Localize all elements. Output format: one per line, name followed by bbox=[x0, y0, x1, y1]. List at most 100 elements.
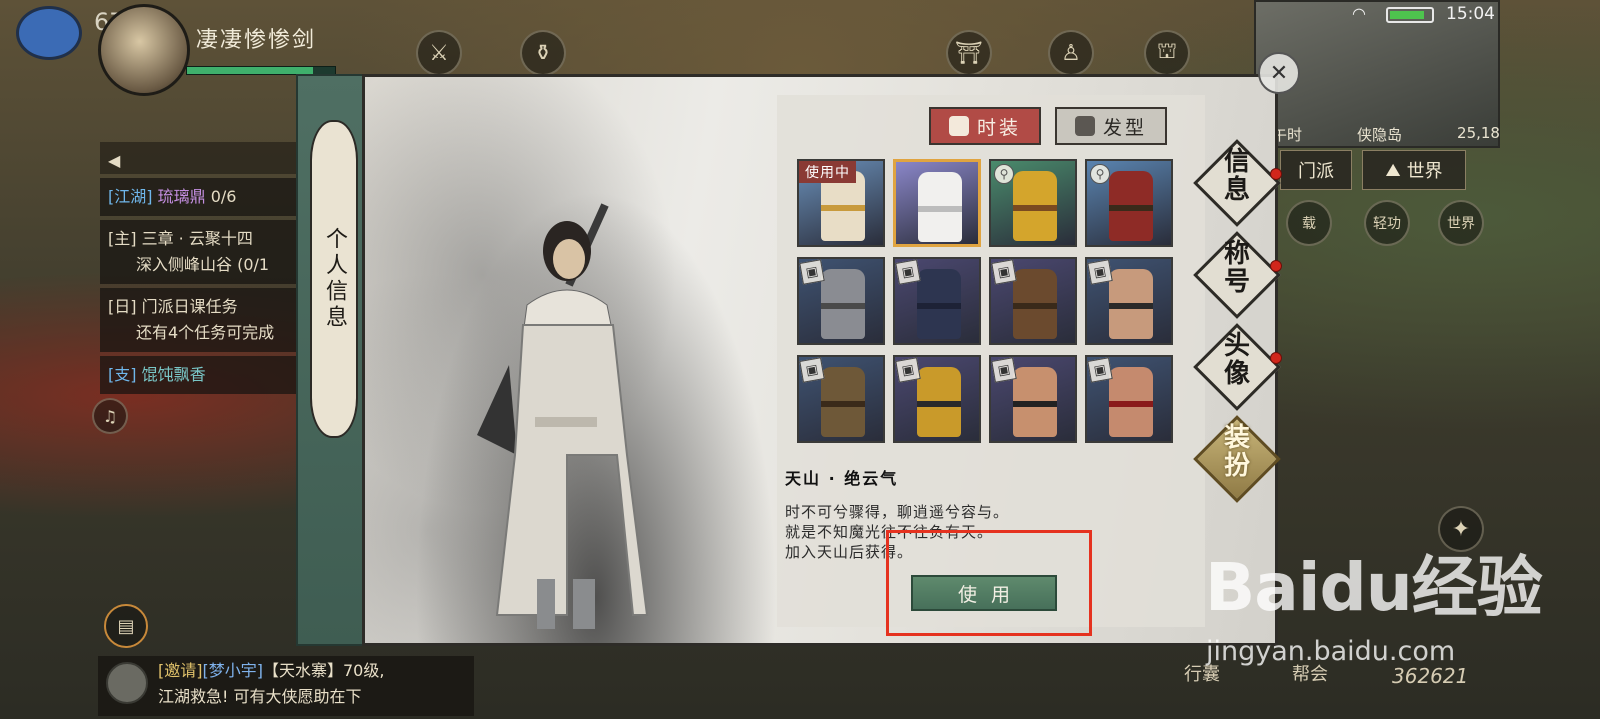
tab-hairstyle[interactable]: 发型 bbox=[1055, 107, 1167, 145]
menu-avatar[interactable]: 头像 bbox=[1212, 332, 1262, 388]
face bbox=[553, 239, 585, 279]
locked-scroll-icon: ▣ bbox=[1087, 259, 1113, 285]
outfit-slot[interactable]: ⚲ bbox=[1085, 159, 1173, 247]
quest-item[interactable]: [日] 门派日课任务 还有4个任务可完成 bbox=[100, 288, 298, 352]
quest-tracker: ◀ [江湖] 琉璃鼎 0/6 [主] 三章 · 云聚十四 深入侧峰山谷 (0/1… bbox=[100, 142, 298, 398]
quest-item[interactable]: [主] 三章 · 云聚十四 深入侧峰山谷 (0/1 bbox=[100, 220, 298, 284]
quest-progress: 0/6 bbox=[210, 187, 237, 206]
outfit-belt bbox=[1109, 303, 1153, 309]
outfit-slot[interactable]: ▣ bbox=[1085, 257, 1173, 345]
quest-name: 门派日课任务 bbox=[141, 297, 238, 316]
outfit-belt bbox=[1013, 303, 1057, 309]
quest-item[interactable]: ◀ bbox=[100, 142, 298, 174]
menu-info[interactable]: 信息 bbox=[1212, 148, 1262, 204]
locked-scroll-icon: ▣ bbox=[799, 357, 825, 383]
tab-fashion[interactable]: 时装 bbox=[929, 107, 1041, 145]
outfit-slot[interactable]: ⚲ bbox=[989, 159, 1077, 247]
locked-scroll-icon: ▣ bbox=[895, 259, 921, 285]
outfit-belt bbox=[1013, 401, 1057, 407]
person-icon[interactable]: ♙ bbox=[1048, 30, 1094, 76]
profile-side-tab: 个人信息 bbox=[296, 74, 364, 646]
quest-tag: [支] bbox=[108, 365, 137, 384]
notification-dot bbox=[1270, 260, 1282, 272]
chat-text: 江湖救急! 可有大侠愿助在下 bbox=[158, 687, 362, 706]
swords-icon[interactable]: ⚔ bbox=[416, 30, 462, 76]
menu-title[interactable]: 称号 bbox=[1212, 240, 1262, 296]
chat-box[interactable]: [邀请][梦小宇]【天水寨】70级, 江湖救急! 可有大侠愿助在下 bbox=[98, 656, 474, 716]
in-use-badge: 使用中 bbox=[799, 161, 856, 183]
baidu-watermark: Baidu经验 bbox=[1205, 549, 1543, 626]
chat-user[interactable]: [梦小宇] bbox=[203, 661, 264, 680]
locked-scroll-icon: ▣ bbox=[895, 357, 921, 383]
outfit-belt bbox=[1109, 401, 1153, 407]
profile-tab-label[interactable]: 个人信息 bbox=[310, 120, 358, 438]
locked-scroll-icon: ▣ bbox=[991, 259, 1017, 285]
bell-icon[interactable]: ♫ bbox=[92, 398, 128, 434]
outfit-slot[interactable]: ▣ bbox=[893, 257, 981, 345]
player-avatar[interactable] bbox=[98, 4, 190, 96]
hair-icon bbox=[1074, 116, 1095, 136]
battery-icon bbox=[1386, 7, 1434, 23]
outfit-belt bbox=[821, 205, 865, 211]
world-map-label: 世界 bbox=[1447, 216, 1475, 232]
tab-fashion-label: 时装 bbox=[976, 116, 1021, 139]
pet-avatar[interactable] bbox=[16, 6, 82, 60]
scroll-icon[interactable]: ▤ bbox=[104, 604, 148, 648]
outfit-slot[interactable] bbox=[893, 159, 981, 247]
character-model[interactable] bbox=[457, 195, 657, 643]
quest-item[interactable]: [江湖] 琉璃鼎 0/6 bbox=[100, 178, 298, 216]
map-location: 侠隐岛 bbox=[1357, 126, 1403, 144]
carry-icon[interactable]: 载 bbox=[1286, 200, 1332, 246]
world-map-icon[interactable]: 世界 bbox=[1438, 200, 1484, 246]
tab-hairstyle-label: 发型 bbox=[1102, 116, 1147, 139]
outfit-belt bbox=[917, 303, 961, 309]
quest-sub: 深入侧峰山谷 (0/1 bbox=[136, 255, 270, 274]
outfit-slot[interactable]: ▣ bbox=[797, 257, 885, 345]
outfit-belt bbox=[1013, 205, 1057, 211]
menu-dressup[interactable]: 装扮 bbox=[1212, 424, 1262, 480]
outfit-slot[interactable]: ▣ bbox=[893, 355, 981, 443]
quest-tag: [江湖] bbox=[108, 187, 153, 206]
sect-button[interactable]: 门派 bbox=[1280, 150, 1352, 190]
locked-scroll-icon: ▣ bbox=[1087, 357, 1113, 383]
baidu-watermark-url: jingyan.baidu.com bbox=[1206, 636, 1456, 667]
sash bbox=[535, 417, 597, 427]
chat-avatar bbox=[106, 662, 148, 704]
quest-tag: [日] bbox=[108, 297, 137, 316]
world-button[interactable]: ⛰ 世界 bbox=[1362, 150, 1466, 190]
outfit-slot[interactable]: 使用中 bbox=[797, 159, 885, 247]
wardrobe-panel: 时装 发型 使用中 ⚲ ⚲ ▣ ▣ ▣ ▣ ▣ ▣ ▣ ▣ 天山 · 绝云气 时不可兮骤得，聊逍遥兮… bbox=[362, 74, 1278, 646]
chat-text: 【天水寨】70级, bbox=[263, 661, 385, 680]
quest-item[interactable]: [支] 馄饨飘香 bbox=[100, 356, 298, 394]
profile-modal: 个人信息 时装 发型 使用中 ⚲ ⚲ ▣ ▣ ▣ ▣ ▣ ▣ ▣ ▣ 天山 · … bbox=[296, 74, 1278, 646]
carry-label: 载 bbox=[1302, 216, 1316, 232]
outfit-slot[interactable]: ▣ bbox=[989, 355, 1077, 443]
wifi-icon: ◠ bbox=[1352, 4, 1366, 23]
sect-button-label: 门派 bbox=[1298, 161, 1334, 182]
robe-icon bbox=[948, 116, 969, 136]
outfit-belt bbox=[821, 401, 865, 407]
bag-icon[interactable]: ⚱ bbox=[520, 30, 566, 76]
ride-icon[interactable]: 轻功 bbox=[1364, 200, 1410, 246]
key-icon: ⚲ bbox=[1090, 164, 1110, 184]
right-boot bbox=[573, 579, 595, 629]
quest-name: 三章 · 云聚十四 bbox=[141, 229, 253, 248]
robe bbox=[495, 324, 649, 616]
outfit-belt bbox=[918, 206, 962, 212]
quest-tag: [主] bbox=[108, 229, 137, 248]
player-name: 凄凄惨惨剑 bbox=[196, 28, 317, 53]
quest-name: 馄饨飘香 bbox=[141, 365, 206, 384]
gate-icon[interactable]: ⛫ bbox=[1144, 30, 1190, 76]
shrine-icon[interactable]: ⛩ bbox=[946, 30, 992, 76]
outfit-title: 天山 · 绝云气 bbox=[785, 469, 899, 488]
left-boot bbox=[537, 579, 555, 629]
close-icon[interactable]: ✕ bbox=[1258, 52, 1300, 94]
locked-scroll-icon: ▣ bbox=[799, 259, 825, 285]
outfit-slot[interactable]: ▣ bbox=[1085, 355, 1173, 443]
mountain-icon: ⛰ bbox=[1385, 159, 1401, 181]
outfit-slot[interactable]: ▣ bbox=[797, 355, 885, 443]
back-arrow-icon[interactable]: ◀ bbox=[108, 151, 120, 170]
outfit-slot[interactable]: ▣ bbox=[989, 257, 1077, 345]
ride-label: 轻功 bbox=[1373, 216, 1401, 232]
outfit-grid: 使用中 ⚲ ⚲ ▣ ▣ ▣ ▣ ▣ ▣ ▣ ▣ bbox=[797, 159, 1173, 443]
